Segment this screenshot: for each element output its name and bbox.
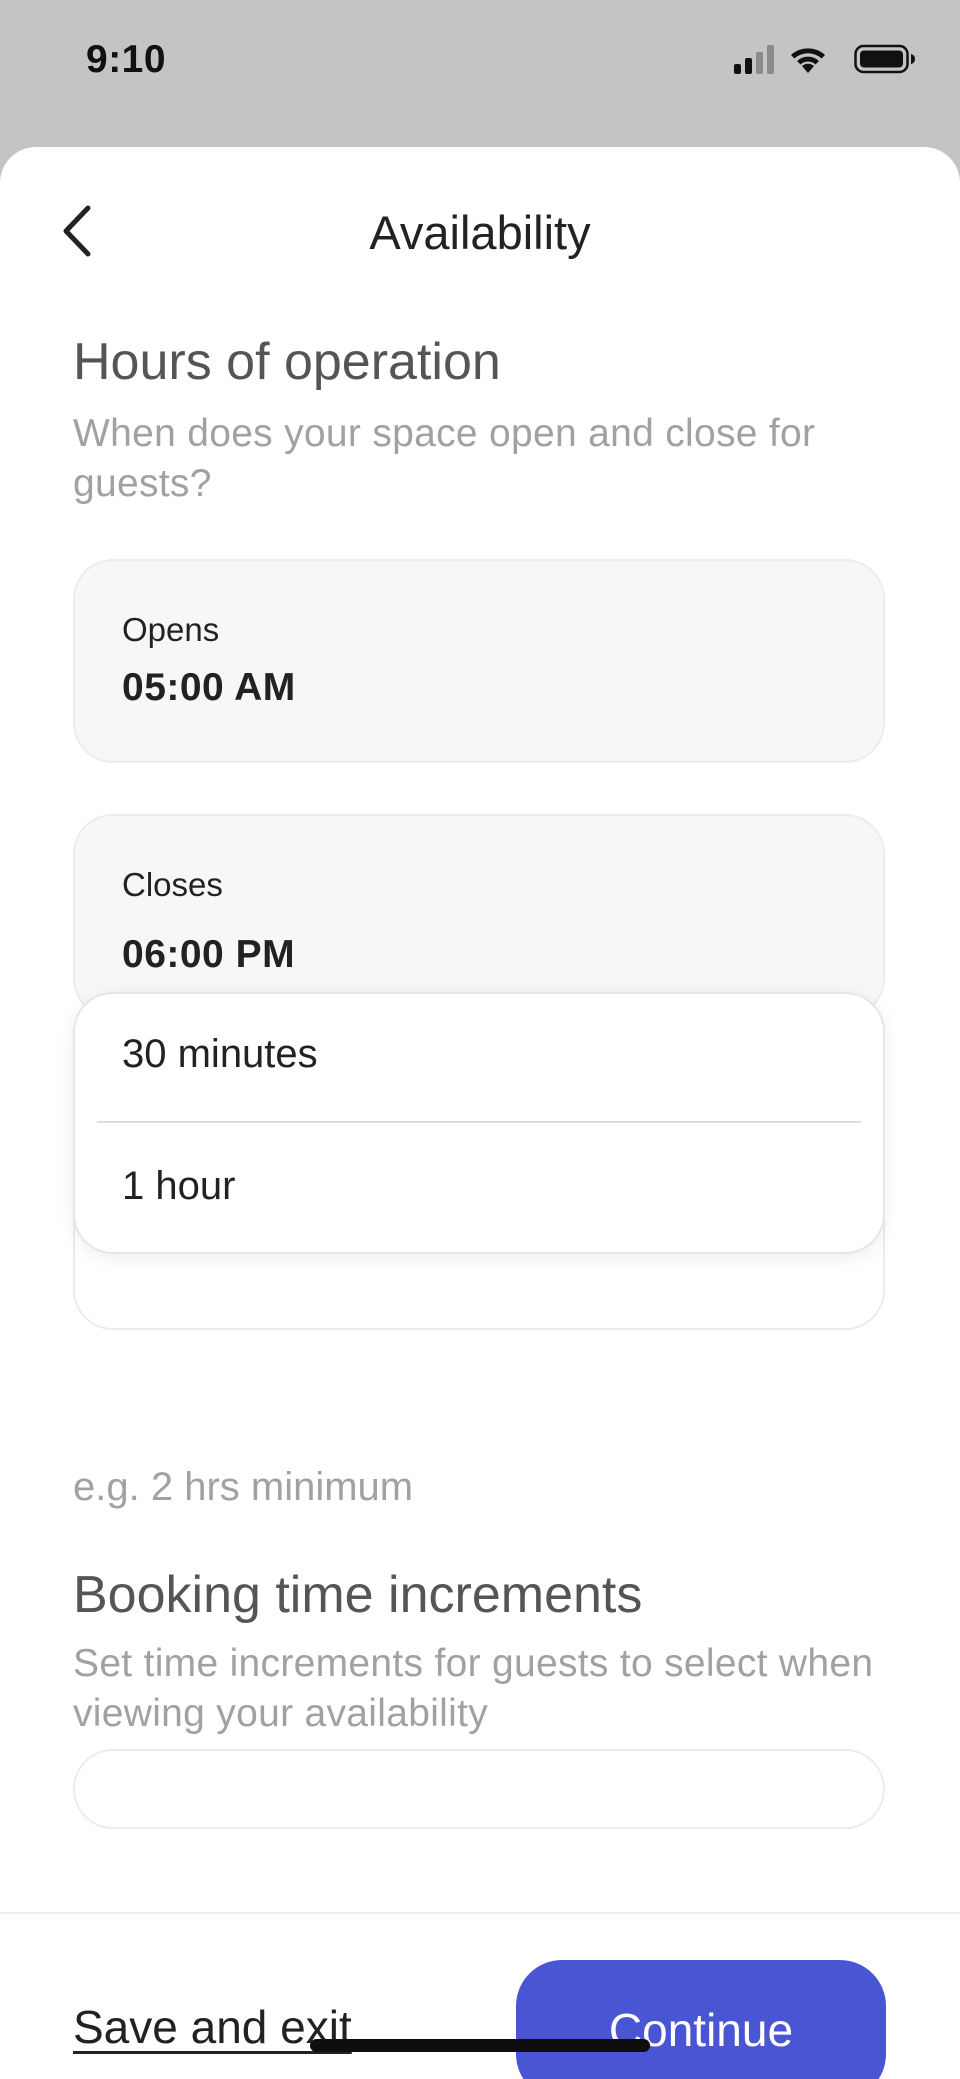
opens-label: Opens bbox=[122, 611, 220, 648]
cellular-signal-icon bbox=[734, 45, 774, 74]
closes-value: 06:00 PM bbox=[122, 933, 296, 976]
battery-icon bbox=[854, 44, 915, 74]
menu-divider bbox=[97, 1121, 861, 1123]
home-indicator bbox=[310, 2039, 650, 2052]
increments-subtitle: Set time increments for guests to select… bbox=[73, 1642, 874, 1735]
option-1-hour[interactable]: 1 hour bbox=[75, 1124, 883, 1252]
continue-button[interactable]: Continue bbox=[516, 1960, 886, 2079]
opens-field[interactable]: Opens 05:00 AM bbox=[73, 559, 885, 763]
wifi-icon bbox=[791, 48, 825, 73]
status-bar: 9:10 bbox=[0, 0, 960, 140]
option-30-minutes[interactable]: 30 minutes bbox=[75, 994, 883, 1124]
hours-heading: Hours of operation bbox=[73, 333, 501, 391]
opens-value: 05:00 AM bbox=[122, 666, 296, 709]
closes-label: Closes bbox=[122, 866, 223, 903]
option-label: 30 minutes bbox=[122, 1032, 318, 1076]
closes-field[interactable]: Closes 06:00 PM bbox=[73, 814, 885, 1018]
duration-helper-text: e.g. 2 hrs minimum bbox=[73, 1465, 414, 1509]
page-title: Availability bbox=[369, 206, 591, 259]
status-time: 9:10 bbox=[86, 38, 167, 81]
increments-field[interactable] bbox=[73, 1749, 885, 1829]
availability-sheet: Availability Hours of operation When doe… bbox=[0, 147, 960, 2079]
footer-bar: Save and exit Continue bbox=[0, 1912, 960, 2079]
option-label: 1 hour bbox=[122, 1164, 236, 1208]
increments-heading: Booking time increments bbox=[73, 1566, 643, 1624]
hours-subtitle: When does your space open and close for … bbox=[73, 412, 816, 505]
duration-options-menu: 30 minutes 1 hour bbox=[73, 992, 885, 1254]
